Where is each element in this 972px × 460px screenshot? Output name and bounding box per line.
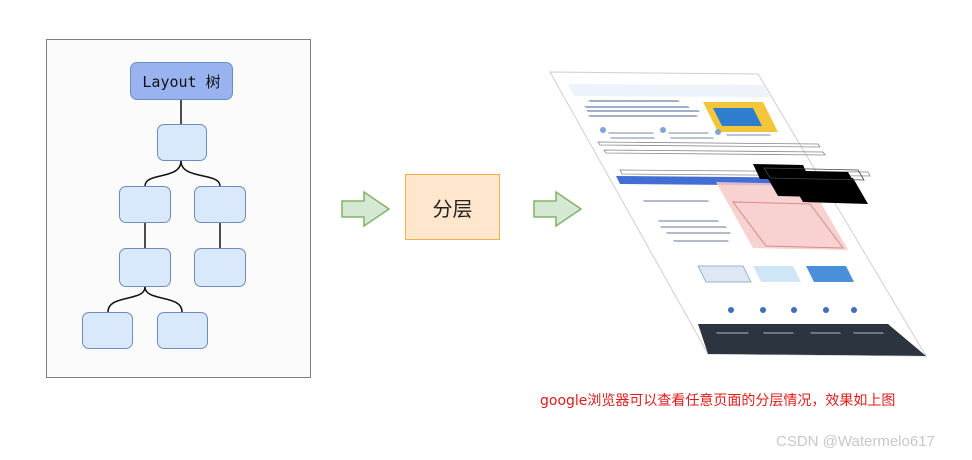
root-node-label: Layout 树 (142, 72, 221, 91)
layout-tree-root-node: Layout 树 (130, 62, 233, 100)
tree-node-level2-left (119, 186, 171, 223)
tree-node-level1 (157, 124, 207, 161)
layering-step-box: 分层 (405, 174, 500, 240)
tree-node-level4-left (82, 312, 133, 349)
tree-node-level3-left (119, 248, 171, 287)
page-layer-base (549, 71, 927, 357)
flow-arrow-1 (341, 190, 391, 228)
caption-text: google浏览器可以查看任意页面的分层情况，效果如上图 (540, 393, 896, 409)
layered-page-screenshot (549, 71, 927, 357)
watermark-text: CSDN @Watermelo617 (776, 433, 935, 450)
tree-node-level4-right (157, 312, 208, 349)
tree-node-level2-right (194, 186, 246, 223)
layering-step-label: 分层 (432, 196, 473, 221)
tree-node-level3-right (194, 248, 246, 287)
